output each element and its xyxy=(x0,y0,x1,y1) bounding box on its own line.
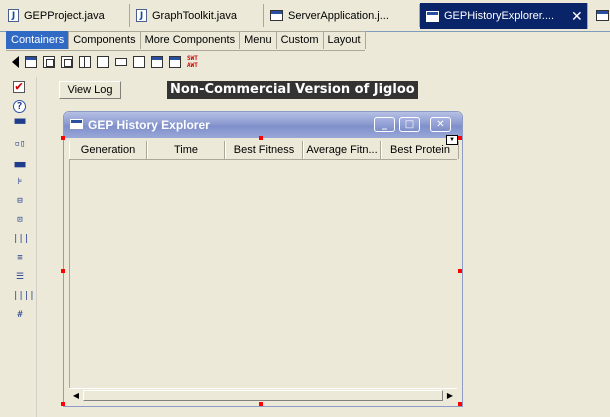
fill-layout-icon[interactable]: |||| xyxy=(13,290,35,302)
border-layout-icon[interactable]: ▄▄ xyxy=(13,157,27,169)
column-layout-icon[interactable]: ||| xyxy=(13,233,29,245)
editor-tab-overflow[interactable] xyxy=(590,4,610,27)
palette-category-tabs: Containers Components More Components Me… xyxy=(6,31,366,51)
selection-handle[interactable] xyxy=(61,402,65,406)
editor-tab-serverapplication[interactable]: ServerApplication.j... xyxy=(264,4,420,27)
frame-title-bar[interactable]: GEP History Explorer _ □ ✕ xyxy=(64,112,462,138)
designed-frame[interactable]: GEP History Explorer _ □ ✕ Generation Ti… xyxy=(61,111,463,407)
jsplitpane-icon[interactable] xyxy=(79,56,91,68)
close-icon[interactable]: ✕ xyxy=(571,8,583,25)
editor-tab-label: GraphToolkit.java xyxy=(152,9,237,22)
stack-layout-icon[interactable]: ☰ xyxy=(13,271,27,283)
box-layout-icon[interactable]: ▫▯ xyxy=(13,138,27,150)
palette-tab-components[interactable]: Components xyxy=(68,31,141,49)
grid-layout-icon[interactable]: # xyxy=(13,309,27,321)
maximize-icon[interactable]: □ xyxy=(399,117,420,132)
jtabbedpane-icon[interactable] xyxy=(97,56,109,68)
window-icon xyxy=(70,119,83,129)
java-file-icon: J xyxy=(136,9,147,22)
jpanel-icon[interactable] xyxy=(61,56,73,68)
close-icon[interactable]: ✕ xyxy=(430,117,451,132)
layout-palette-sidebar: ✔ ? ▀▀ ▫▯ ▄▄ ⊧ ⊟ ⊡ ||| ≡ ☰ |||| # xyxy=(0,77,37,417)
selection-handle[interactable] xyxy=(458,402,462,406)
editor-tab-gepproject[interactable]: J GEPProject.java xyxy=(2,4,130,27)
editor-tab-graphtoolkit[interactable]: J GraphToolkit.java xyxy=(130,4,264,27)
jscrollpane-icon[interactable] xyxy=(133,56,145,68)
jtoolbar-icon[interactable] xyxy=(115,58,127,66)
table-header: Generation Time Best Fitness Average Fit… xyxy=(69,141,459,160)
frame-title: GEP History Explorer xyxy=(88,118,210,132)
column-header-generation[interactable]: Generation xyxy=(69,141,147,159)
swt-awt-icon[interactable]: SWT AWT xyxy=(187,55,203,69)
jframe-icon[interactable] xyxy=(25,56,37,68)
view-log-button[interactable]: View Log xyxy=(59,81,121,99)
scroll-right-icon[interactable]: ▶ xyxy=(444,390,456,402)
selection-handle[interactable] xyxy=(259,136,263,140)
help-icon[interactable]: ? xyxy=(13,100,26,113)
palette-tab-menu[interactable]: Menu xyxy=(239,31,277,49)
chevron-down-icon[interactable]: ▼ xyxy=(446,135,458,145)
scroll-left-icon[interactable]: ◀ xyxy=(70,390,82,402)
editor-tab-label: GEPProject.java xyxy=(24,9,105,22)
checkmark-icon[interactable]: ✔ xyxy=(13,80,25,93)
jdialog-icon[interactable] xyxy=(151,56,163,68)
editor-tab-label: ServerApplication.j... xyxy=(288,9,389,22)
jwindow-icon[interactable] xyxy=(169,56,181,68)
column-header-average-fitness[interactable]: Average Fitn... xyxy=(303,141,381,159)
palette-tab-custom[interactable]: Custom xyxy=(275,31,324,49)
editor-tab-bar: J GEPProject.java J GraphToolkit.java Se… xyxy=(0,0,610,32)
editor-tab-gephistoryexplorer[interactable]: GEPHistoryExplorer.... ✕ xyxy=(420,3,588,29)
form-file-icon xyxy=(596,10,609,21)
palette-tab-more-components[interactable]: More Components xyxy=(139,31,241,49)
selection-handle[interactable] xyxy=(61,269,65,273)
swt-awt-label-bottom: AWT xyxy=(187,62,198,69)
spring-layout-icon[interactable]: ⊡ xyxy=(13,214,27,226)
column-header-best-fitness[interactable]: Best Fitness xyxy=(225,141,303,159)
selection-handle[interactable] xyxy=(458,136,462,140)
horizontal-scrollbar[interactable]: ◀ ▶ xyxy=(69,388,457,403)
selection-handle[interactable] xyxy=(61,136,65,140)
license-banner: Non-Commercial Version of Jigloo xyxy=(167,81,418,99)
minimize-icon[interactable]: _ xyxy=(374,117,395,132)
java-file-icon: J xyxy=(8,9,19,22)
palette-tab-layout[interactable]: Layout xyxy=(322,31,366,49)
form-file-icon xyxy=(270,10,283,21)
card-layout-icon[interactable]: ⊧ xyxy=(13,176,27,188)
palette-tab-containers[interactable]: Containers xyxy=(6,31,70,49)
selection-handle[interactable] xyxy=(458,269,462,273)
editor-tab-label: GEPHistoryExplorer.... xyxy=(444,10,555,22)
flow-layout-icon[interactable]: ▀▀ xyxy=(13,119,27,131)
column-header-time[interactable]: Time xyxy=(147,141,225,159)
palette-component-row: SWT AWT xyxy=(0,51,610,73)
table-body[interactable] xyxy=(69,160,458,388)
form-layout-icon[interactable]: ⊟ xyxy=(13,195,27,207)
scrollbar-thumb[interactable] xyxy=(83,390,443,401)
design-canvas[interactable]: View Log Non-Commercial Version of Jiglo… xyxy=(37,77,610,417)
row-layout-icon[interactable]: ≡ xyxy=(13,252,27,264)
jinternalframe-icon[interactable] xyxy=(43,56,55,68)
swt-awt-label-top: SWT xyxy=(187,55,198,62)
form-file-icon xyxy=(426,10,439,22)
scroll-left-arrow-icon[interactable] xyxy=(12,56,19,68)
selection-handle[interactable] xyxy=(259,402,263,406)
